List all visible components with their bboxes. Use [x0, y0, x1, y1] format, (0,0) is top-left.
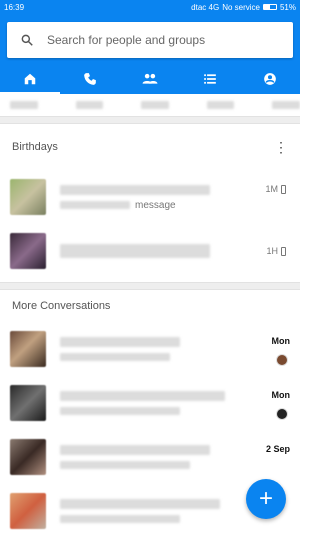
message-preview-blur: [60, 515, 180, 523]
avatar: [10, 493, 46, 529]
carrier-label: dtac 4G: [191, 2, 220, 12]
section-divider: [0, 116, 300, 124]
active-contact[interactable]: [10, 101, 38, 109]
message-preview-blur: [60, 461, 190, 469]
active-contact[interactable]: [75, 101, 104, 109]
item-text: [60, 391, 230, 415]
item-text: [60, 445, 230, 469]
avatar: [10, 233, 46, 269]
search-input[interactable]: [47, 33, 267, 47]
tab-profile[interactable]: [240, 64, 300, 94]
message-preview-blur: [60, 353, 170, 361]
contact-name: [60, 244, 210, 258]
avatar: [10, 439, 46, 475]
date-label: 2 Sep: [265, 444, 290, 454]
profile-icon: [264, 73, 276, 85]
contact-name: [60, 445, 210, 455]
active-contact[interactable]: [141, 101, 169, 109]
more-conversations-header: More Conversations: [0, 290, 300, 322]
contact-name: [60, 185, 210, 195]
tab-groups[interactable]: [180, 64, 240, 94]
birthdays-header: Birthdays ⋮: [0, 124, 300, 170]
app-header: [0, 14, 300, 94]
item-text: [60, 244, 230, 258]
contact-name: [60, 499, 220, 509]
status-bar: 16:39 dtac 4G No service 51%: [0, 0, 300, 14]
message-preview-blur: [60, 407, 180, 415]
active-contact[interactable]: [206, 101, 235, 109]
active-contact[interactable]: [272, 101, 300, 109]
battery-icon: [262, 4, 277, 10]
contact-name: [60, 337, 180, 347]
read-receipt-avatar: [276, 354, 288, 366]
tab-people[interactable]: [120, 64, 180, 94]
time-label: 1M: [265, 184, 278, 194]
read-receipt-avatar: [276, 408, 288, 420]
status-time: 16:39: [4, 2, 25, 12]
section-title: Birthdays: [12, 141, 58, 153]
contact-name: [60, 391, 225, 401]
list-item[interactable]: Mon: [0, 376, 300, 430]
list-item[interactable]: message 1M: [0, 170, 300, 224]
people-icon: [142, 73, 158, 84]
item-meta: 1M: [265, 184, 286, 194]
tab-bar: [0, 64, 300, 94]
item-text: [60, 499, 230, 523]
mobile-icon: [281, 246, 286, 256]
search-icon[interactable]: [7, 33, 47, 47]
item-text: [60, 337, 230, 361]
item-meta: 1H: [266, 246, 286, 256]
new-message-button[interactable]: +: [246, 479, 286, 519]
time-label: 1H: [266, 246, 278, 256]
mobile-icon: [281, 184, 286, 194]
list-item[interactable]: 1H: [0, 224, 300, 278]
date-label: Mon: [271, 390, 291, 400]
phone-icon: [84, 73, 96, 85]
tab-home[interactable]: [0, 64, 60, 94]
list-item[interactable]: 2 Sep: [0, 430, 300, 484]
avatar: [10, 385, 46, 421]
section-divider: [0, 282, 300, 290]
avatar: [10, 179, 46, 215]
list-item[interactable]: Mon: [0, 322, 300, 376]
active-now-strip: [0, 94, 300, 116]
battery-label: 51%: [279, 2, 296, 12]
section-title: More Conversations: [12, 300, 111, 312]
home-icon: [24, 73, 36, 85]
tab-calls[interactable]: [60, 64, 120, 94]
date-label: Mon: [271, 336, 291, 346]
list-icon: [204, 74, 216, 84]
contact-preview-blur: [60, 201, 130, 209]
conversation-list[interactable]: Birthdays ⋮ message 1M 1H More Conversat…: [0, 94, 300, 533]
status-right: dtac 4G No service 51%: [191, 3, 296, 12]
search-bar[interactable]: [7, 22, 293, 58]
service-label: No service: [222, 2, 260, 12]
more-vert-icon[interactable]: ⋮: [274, 140, 288, 154]
message-preview: message: [135, 200, 176, 211]
avatar: [10, 331, 46, 367]
